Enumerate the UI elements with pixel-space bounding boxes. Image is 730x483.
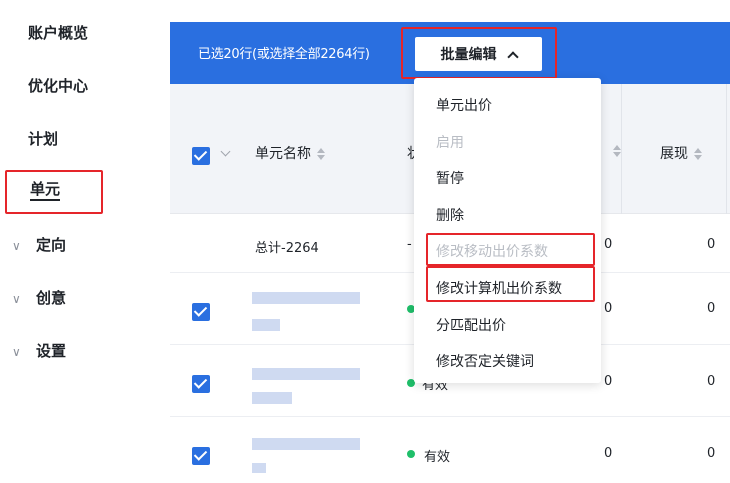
sidebar-item-label: 定向: [36, 236, 67, 254]
blurred-unit-name: [252, 463, 266, 473]
chevron-down-icon: ∨: [12, 345, 21, 359]
menu-item-delete[interactable]: 删除: [436, 205, 464, 225]
sidebar-item-label: 账户概览: [28, 24, 89, 42]
sort-icon[interactable]: [317, 148, 325, 160]
row-value-a: 0: [604, 374, 613, 389]
batch-edit-label: 批量编辑: [440, 47, 497, 63]
row-checkbox[interactable]: [192, 375, 210, 393]
column-header-unit-name[interactable]: 单元名称: [255, 143, 325, 163]
blurred-unit-name[interactable]: [252, 292, 360, 304]
menu-item-match-bid[interactable]: 分匹配出价: [436, 315, 506, 335]
sort-icon[interactable]: [613, 145, 621, 157]
blurred-unit-name[interactable]: [252, 438, 360, 450]
menu-item-pause[interactable]: 暂停: [436, 168, 464, 188]
sidebar-item-unit[interactable]: 单元: [30, 178, 61, 201]
blurred-unit-name: [252, 319, 280, 331]
sidebar-item-label: 设置: [36, 342, 67, 360]
summary-value-a: 0: [604, 237, 613, 252]
row-checkbox[interactable]: [192, 303, 210, 321]
chevron-up-icon: [506, 50, 519, 63]
summary-name: 总计-2264: [255, 241, 319, 256]
menu-item-enable: 启用: [436, 135, 464, 151]
menu-item-unit-bid[interactable]: 单元出价: [436, 95, 492, 115]
column-header-impressions[interactable]: 展现: [660, 143, 702, 163]
batch-edit-dropdown: 单元出价 启用 暂停 删除 修改移动出价系数 修改计算机出价系数 分匹配出价 修…: [414, 78, 601, 383]
row-value-b: 0: [707, 301, 716, 316]
summary-status: -: [407, 237, 412, 252]
chevron-down-icon: ∨: [12, 292, 21, 306]
row-value-b: 0: [707, 374, 716, 389]
sidebar-item-account-overview[interactable]: 账户概览: [28, 22, 88, 43]
sidebar-item-settings[interactable]: ∨ 设置: [12, 340, 66, 361]
menu-item-computer-bid-coefficient[interactable]: 修改计算机出价系数: [436, 278, 562, 298]
summary-value-b: 0: [707, 237, 716, 252]
sidebar-item-creative[interactable]: ∨ 创意: [12, 287, 66, 308]
sidebar-item-label: 优化中心: [28, 77, 89, 95]
sidebar-item-targeting[interactable]: ∨ 定向: [12, 234, 66, 255]
sidebar-item-label: 创意: [36, 289, 67, 307]
blurred-unit-name: [252, 392, 292, 404]
row-checkbox[interactable]: [192, 447, 210, 465]
sidebar-item-label: 计划: [28, 130, 59, 148]
blurred-unit-name[interactable]: [252, 368, 360, 380]
selection-count-text[interactable]: 已选20行(或选择全部2264行): [198, 43, 370, 62]
menu-item-negative-keywords[interactable]: 修改否定关键词: [436, 351, 534, 371]
row-value-a: 0: [604, 446, 613, 461]
row-status: 有效: [424, 450, 451, 465]
sidebar: 账户概览 优化中心 计划 单元 ∨ 定向 ∨ 创意 ∨ 设置: [0, 0, 145, 483]
column-divider: [621, 84, 622, 214]
row-value-b: 0: [707, 446, 716, 461]
status-dot: [407, 450, 415, 458]
sidebar-item-plan[interactable]: 计划: [28, 128, 58, 149]
menu-item-mobile-bid-coefficient: 修改移动出价系数: [436, 244, 548, 260]
column-divider: [726, 84, 727, 214]
batch-edit-button[interactable]: 批量编辑: [415, 37, 542, 71]
chevron-down-icon: ∨: [12, 239, 21, 253]
row-value-a: 0: [604, 301, 613, 316]
column-header-sort-partial[interactable]: [607, 143, 621, 159]
sort-icon[interactable]: [694, 148, 702, 160]
select-all-checkbox[interactable]: [192, 147, 210, 165]
sidebar-item-optimization[interactable]: 优化中心: [28, 75, 88, 96]
selection-bar: 已选20行(或选择全部2264行) 批量编辑: [170, 22, 730, 84]
row-divider: [170, 416, 730, 417]
sidebar-item-label: 单元: [30, 180, 61, 201]
